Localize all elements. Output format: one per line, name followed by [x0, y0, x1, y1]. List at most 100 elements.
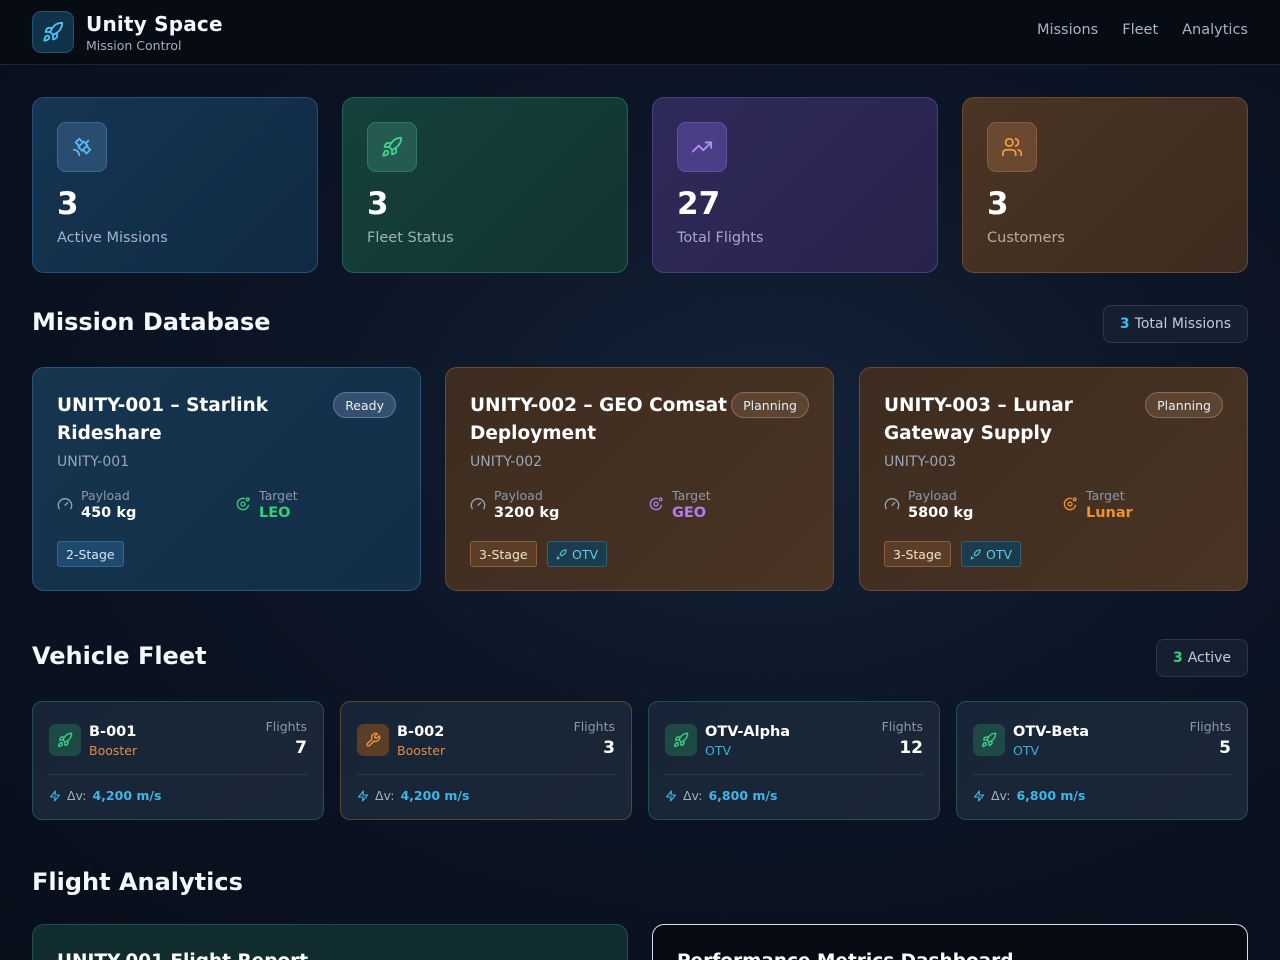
stat-value: 27	[677, 186, 721, 222]
gauge-icon	[57, 498, 73, 510]
vehicle-type: Booster	[397, 743, 446, 758]
active-fleet-label: Active	[1187, 650, 1231, 666]
total-missions-badge: 3 Total Missions	[1102, 305, 1248, 343]
flights-label: Flights	[881, 719, 923, 734]
stage-tag: 3-Stage	[884, 541, 951, 567]
app-title: Unity Space	[86, 12, 223, 36]
delta-v-value: 4,200 m/s	[400, 788, 470, 803]
active-fleet-badge: 3 Active	[1155, 639, 1248, 677]
target-label: Target	[672, 488, 711, 503]
active-fleet-count: 3	[1172, 650, 1183, 666]
divider	[973, 774, 1231, 775]
performance-dashboard-card[interactable]: Performance Metrics Dashboard	[652, 924, 1248, 960]
payload-label: Payload	[908, 488, 957, 503]
vehicle-card-b-002[interactable]: B-002 Booster Flights 3 Δv: 4,200 m/s	[340, 701, 632, 820]
otv-tag: OTV	[547, 541, 608, 567]
mission-id: UNITY-001	[57, 454, 130, 470]
payload-label: Payload	[494, 488, 543, 503]
rocket-icon	[973, 724, 1005, 756]
total-missions-count: 3	[1119, 316, 1130, 332]
section-title-fleet: Vehicle Fleet	[32, 642, 207, 670]
delta-v: Δv: 4,200 m/s	[49, 788, 161, 803]
otv-tag-label: OTV	[986, 546, 1013, 562]
flights-label: Flights	[1189, 719, 1231, 734]
zap-icon	[973, 789, 985, 802]
rocket-icon[interactable]	[32, 11, 74, 53]
stat-value: 3	[57, 186, 79, 222]
gauge-icon	[884, 498, 900, 510]
total-missions-label: Total Missions	[1134, 316, 1231, 332]
stat-card-total-flights: 27 Total Flights	[652, 97, 938, 273]
otv-tag: OTV	[961, 541, 1022, 567]
target-orbit-icon	[236, 497, 250, 511]
payload-label: Payload	[81, 488, 130, 503]
vehicle-card-otv-beta[interactable]: OTV-Beta OTV Flights 5 Δv: 6,800 m/s	[956, 701, 1248, 820]
flights-value: 7	[295, 738, 307, 758]
mission-card-unity-002[interactable]: UNITY-002 – GEO Comsat Deployment Planni…	[445, 367, 834, 591]
delta-v-value: 4,200 m/s	[92, 788, 162, 803]
stat-label: Active Missions	[57, 230, 168, 246]
payload-value: 450 kg	[81, 505, 137, 521]
satellite-icon	[57, 122, 107, 172]
mission-title: UNITY-001 – Starlink Rideshare	[57, 395, 269, 444]
top-bar: Unity Space Mission Control Missions Fle…	[0, 0, 1280, 65]
main-nav: Missions Fleet Analytics	[1037, 22, 1248, 38]
delta-v-label: Δv:	[991, 788, 1011, 803]
vehicle-card-b-001[interactable]: B-001 Booster Flights 7 Δv: 4,200 m/s	[32, 701, 324, 820]
vehicle-name: B-001	[89, 724, 137, 740]
target-label: Target	[259, 488, 298, 503]
rocket-icon	[665, 724, 697, 756]
target-label: Target	[1086, 488, 1125, 503]
target-orbit-icon	[1063, 497, 1077, 511]
flights-value: 3	[603, 738, 615, 758]
users-icon	[987, 122, 1037, 172]
stat-label: Customers	[987, 230, 1065, 246]
zap-icon	[665, 789, 677, 802]
gauge-icon	[470, 498, 486, 510]
target-value: GEO	[672, 505, 707, 521]
vehicle-name: OTV-Beta	[1013, 724, 1090, 740]
stat-value: 3	[987, 186, 1009, 222]
vehicle-type: OTV	[705, 743, 732, 758]
status-badge: Planning	[731, 392, 809, 418]
vehicle-type: Booster	[89, 743, 138, 758]
app-subtitle: Mission Control	[86, 38, 182, 53]
stage-tag: 3-Stage	[470, 541, 537, 567]
mission-id: UNITY-003	[884, 454, 957, 470]
stat-value: 3	[367, 186, 389, 222]
delta-v-label: Δv:	[375, 788, 395, 803]
trending-up-icon	[677, 122, 727, 172]
flight-report-card[interactable]: UNITY-001 Flight Report	[32, 924, 628, 960]
vehicle-name: B-002	[397, 724, 445, 740]
delta-v-value: 6,800 m/s	[1016, 788, 1086, 803]
nav-missions[interactable]: Missions	[1037, 22, 1098, 38]
mission-title: UNITY-003 – Lunar Gateway Supply	[884, 395, 1073, 444]
zap-icon	[357, 789, 369, 802]
flights-value: 12	[899, 738, 923, 758]
section-title-missions: Mission Database	[32, 308, 271, 336]
rocket-icon	[970, 548, 981, 559]
divider	[49, 774, 307, 775]
mission-id: UNITY-002	[470, 454, 543, 470]
mission-title: UNITY-002 – GEO Comsat Deployment	[470, 395, 728, 444]
target-value: Lunar	[1086, 505, 1133, 521]
flight-report-title: UNITY-001 Flight Report	[57, 951, 308, 960]
rocket-icon	[49, 724, 81, 756]
flights-label: Flights	[573, 719, 615, 734]
divider	[357, 774, 615, 775]
rocket-icon	[556, 548, 567, 559]
delta-v: Δv: 6,800 m/s	[973, 788, 1085, 803]
stat-card-customers: 3 Customers	[962, 97, 1248, 273]
mission-card-unity-001[interactable]: UNITY-001 – Starlink Rideshare Ready UNI…	[32, 367, 421, 591]
status-badge: Ready	[333, 392, 396, 418]
mission-card-unity-003[interactable]: UNITY-003 – Lunar Gateway Supply Plannin…	[859, 367, 1248, 591]
stat-label: Total Flights	[677, 230, 764, 246]
target-value: LEO	[259, 505, 291, 521]
flights-label: Flights	[265, 719, 307, 734]
stat-card-fleet-status: 3 Fleet Status	[342, 97, 628, 273]
nav-analytics[interactable]: Analytics	[1182, 22, 1248, 38]
vehicle-card-otv-alpha[interactable]: OTV-Alpha OTV Flights 12 Δv: 6,800 m/s	[648, 701, 940, 820]
payload-value: 5800 kg	[908, 505, 974, 521]
nav-fleet[interactable]: Fleet	[1122, 22, 1158, 38]
status-badge: Planning	[1145, 392, 1223, 418]
